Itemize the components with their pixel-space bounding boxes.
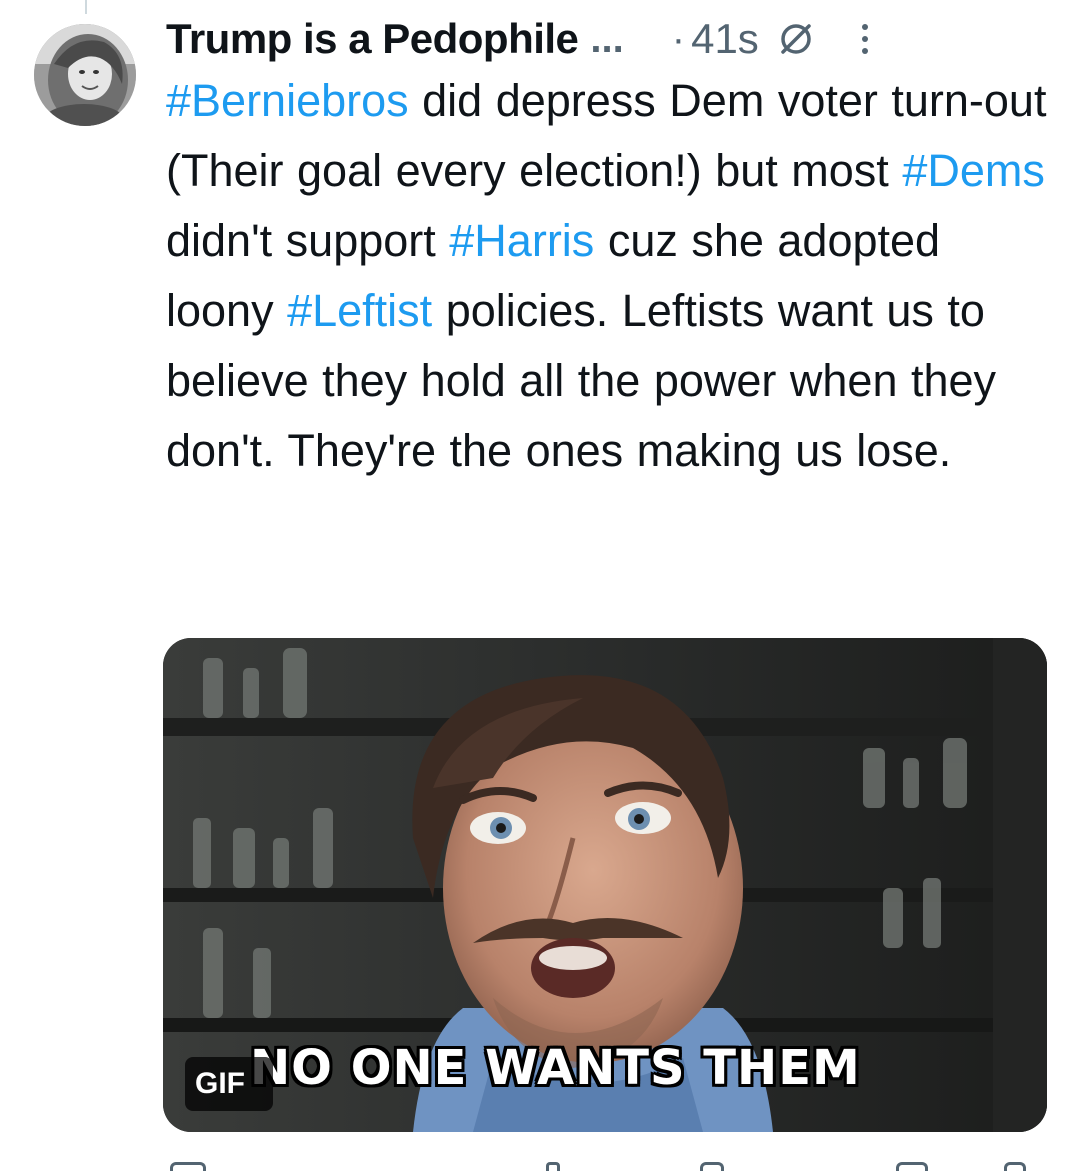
reply-icon[interactable] — [170, 1162, 206, 1171]
avatar-image — [34, 24, 136, 126]
more-options-icon[interactable] — [859, 19, 871, 59]
hashtag-link[interactable]: #Leftist — [287, 285, 432, 336]
tweet-text-segment: didn't support — [166, 215, 450, 266]
tweet-header: Trump is a Pedophile ... · 41s — [166, 8, 1059, 70]
action-bar — [166, 1158, 1026, 1171]
tweet-text: #Berniebros did depress Dem voter turn-o… — [166, 66, 1056, 486]
bookmark-icon[interactable] — [700, 1162, 724, 1171]
hashtag-link[interactable]: #Berniebros — [166, 75, 409, 126]
hashtag-link[interactable]: #Dems — [902, 145, 1045, 196]
thread-connector-line — [85, 0, 87, 14]
name-truncation: ... — [590, 16, 624, 61]
hashtag-link[interactable]: #Harris — [449, 215, 594, 266]
avatar[interactable] — [34, 24, 136, 126]
more-actions-icon[interactable] — [1004, 1162, 1026, 1171]
no-reply-icon — [777, 20, 815, 58]
separator-dot: · — [671, 16, 686, 61]
gif-badge: GIF — [185, 1057, 273, 1111]
timestamp[interactable]: 41s — [691, 15, 759, 63]
views-icon[interactable] — [546, 1162, 560, 1171]
display-name[interactable]: Trump is a Pedophile — [166, 15, 579, 63]
gif-caption: NO ONE WANTS THEM — [250, 1040, 861, 1096]
share-icon[interactable] — [896, 1162, 928, 1171]
